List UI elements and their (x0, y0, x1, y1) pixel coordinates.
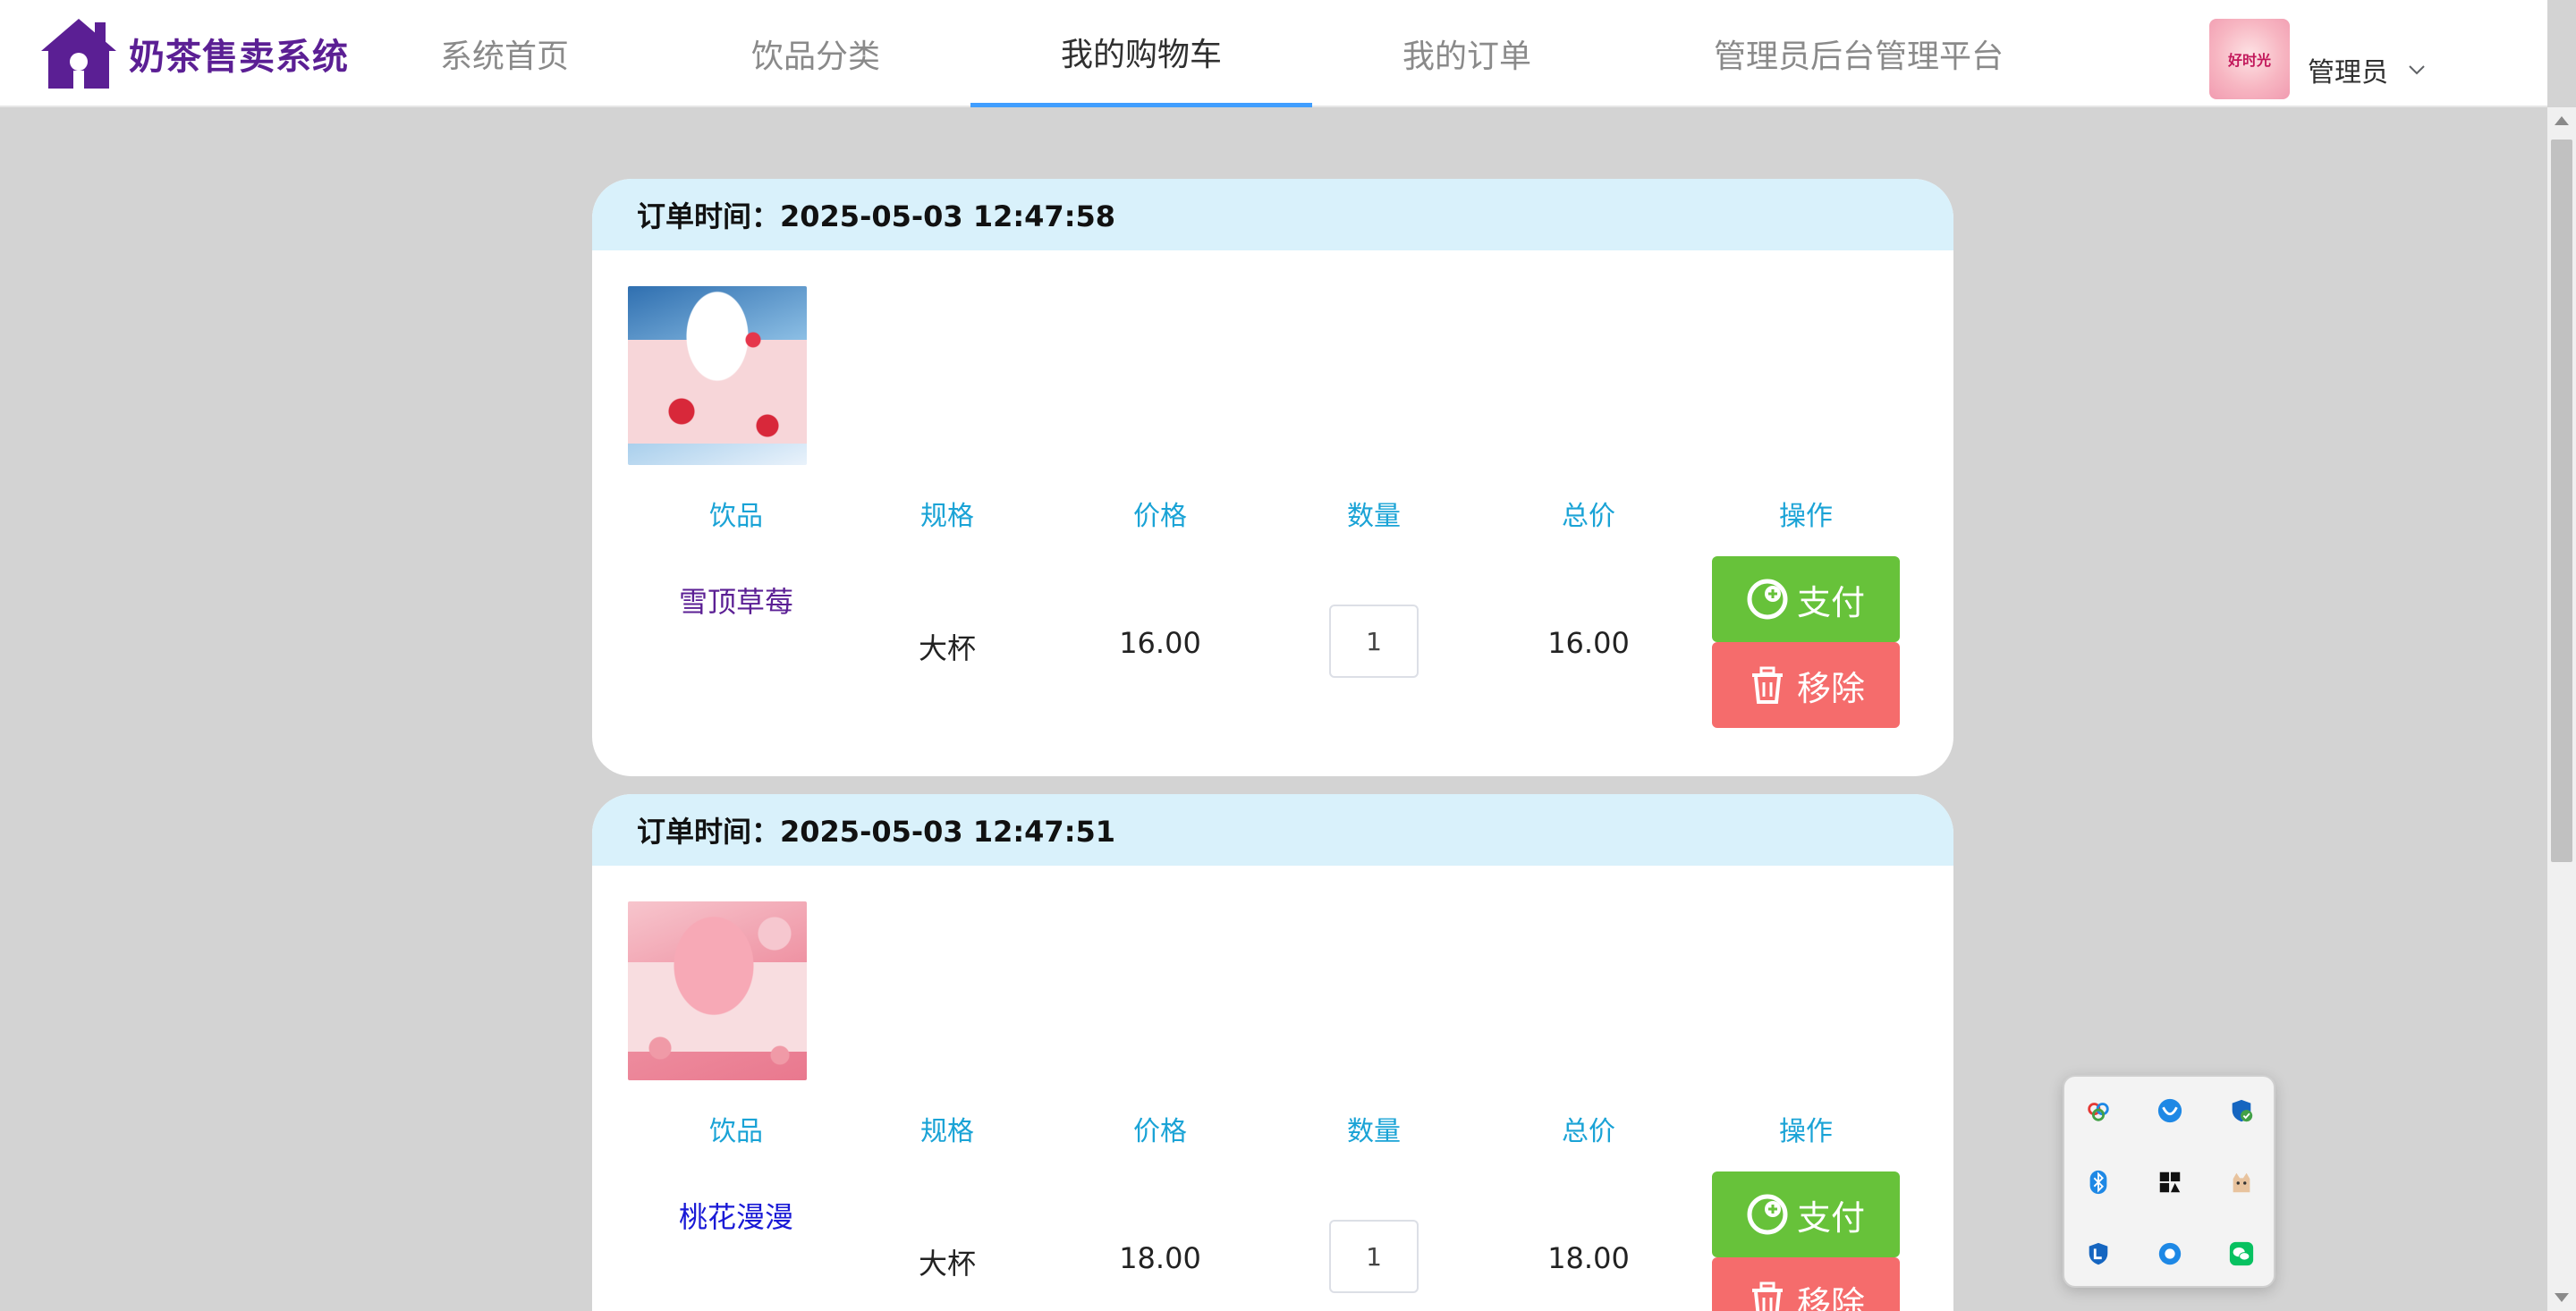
top-nav-bar: 奶茶售卖系统 系统首页 饮品分类 我的购物车 我的订单 管理员后台管理平台 好时… (0, 0, 2547, 107)
drink-name-link[interactable]: 桃花漫漫 (679, 1195, 793, 1236)
column-header-quantity: 数量 (1347, 1116, 1401, 1147)
column-header-action: 操作 (1779, 501, 1833, 532)
drink-name-link[interactable]: 雪顶草莓 (679, 579, 793, 621)
chat-bubble-icon[interactable] (2156, 1239, 2184, 1268)
baidu-netdisk-icon[interactable] (2084, 1096, 2113, 1125)
column-header-drink: 饮品 (709, 1116, 763, 1147)
scroll-down-arrow-icon[interactable] (2555, 1293, 2569, 1302)
bluetooth-icon[interactable] (2084, 1168, 2113, 1197)
cart-item-card: 订单时间：2025-05-03 12:47:58 饮品 规格 价格 数量 总价 … (592, 179, 1953, 776)
wechat-icon[interactable] (2227, 1239, 2256, 1268)
drink-price: 18.00 (1119, 1241, 1201, 1275)
user-name[interactable]: 管理员 (2308, 50, 2388, 89)
house-icon (41, 19, 116, 89)
pay-button[interactable]: 支付 (1712, 556, 1900, 642)
scroll-up-arrow-icon[interactable] (2555, 116, 2569, 125)
remove-button-label: 移除 (1796, 1283, 1865, 1311)
remove-button-label: 移除 (1796, 668, 1865, 708)
trash-icon (1751, 1281, 1783, 1311)
drink-price: 16.00 (1119, 626, 1201, 660)
column-header-drink: 饮品 (709, 501, 763, 532)
drink-total: 18.00 (1547, 1241, 1630, 1275)
drink-spec: 大杯 (918, 631, 977, 665)
cart-item-card: 订单时间：2025-05-03 12:47:51 饮品 规格 价格 数量 总价 … (592, 794, 1953, 1311)
nav-cart[interactable]: 我的购物车 (970, 0, 1312, 107)
add-circle-icon (1747, 1194, 1788, 1235)
pay-button-label: 支付 (1796, 582, 1865, 622)
column-header-price: 价格 (1133, 501, 1187, 532)
drink-image (628, 286, 807, 465)
quantity-value: 1 (1366, 626, 1382, 656)
security-shield-icon[interactable] (2227, 1096, 2256, 1125)
app-logo[interactable]: 奶茶售卖系统 (38, 11, 349, 97)
shield-app-icon[interactable] (2084, 1239, 2113, 1268)
nav-orders[interactable]: 我的订单 (1354, 0, 1580, 107)
quantity-input[interactable]: 1 (1329, 1220, 1419, 1293)
avatar-text: 好时光 (2227, 52, 2271, 69)
system-tray-overflow (2063, 1075, 2275, 1288)
column-header-row: 饮品 规格 价格 数量 总价 操作 (592, 1109, 1953, 1147)
quantity-input[interactable]: 1 (1329, 605, 1419, 678)
order-time: 订单时间：2025-05-03 12:47:51 (592, 794, 1953, 866)
column-header-price: 价格 (1133, 1116, 1187, 1147)
column-header-spec: 规格 (920, 501, 974, 532)
remove-button[interactable]: 移除 (1712, 1257, 1900, 1311)
column-header-total: 总价 (1562, 1116, 1615, 1147)
column-header-total: 总价 (1562, 501, 1615, 532)
app-title: 奶茶售卖系统 (129, 37, 349, 78)
column-header-quantity: 数量 (1347, 501, 1401, 532)
drink-spec: 大杯 (918, 1247, 977, 1281)
add-circle-icon (1747, 579, 1788, 620)
user-menu[interactable]: 好时光 管理员 (2209, 18, 2428, 100)
column-header-spec: 规格 (920, 1116, 974, 1147)
chevron-down-icon[interactable] (2406, 59, 2428, 80)
cat-app-icon[interactable] (2227, 1168, 2256, 1197)
scroll-thumb[interactable] (2551, 140, 2572, 862)
drink-image (628, 901, 807, 1080)
quantity-value: 1 (1366, 1241, 1382, 1272)
app-grid-icon[interactable] (2156, 1168, 2184, 1197)
remove-button[interactable]: 移除 (1712, 642, 1900, 728)
browser-icon[interactable] (2156, 1096, 2184, 1125)
avatar[interactable]: 好时光 (2209, 19, 2290, 99)
pay-button-label: 支付 (1796, 1197, 1865, 1238)
column-header-action: 操作 (1779, 1116, 1833, 1147)
drink-total: 16.00 (1547, 626, 1630, 660)
pay-button[interactable]: 支付 (1712, 1171, 1900, 1257)
nav-admin-platform[interactable]: 管理员后台管理平台 (1671, 0, 2046, 107)
vertical-scrollbar[interactable] (2547, 107, 2576, 1311)
order-time: 订单时间：2025-05-03 12:47:58 (592, 179, 1953, 250)
trash-icon (1751, 666, 1783, 704)
nav-category[interactable]: 饮品分类 (703, 0, 928, 107)
nav-home[interactable]: 系统首页 (392, 0, 617, 107)
column-header-row: 饮品 规格 价格 数量 总价 操作 (592, 494, 1953, 532)
